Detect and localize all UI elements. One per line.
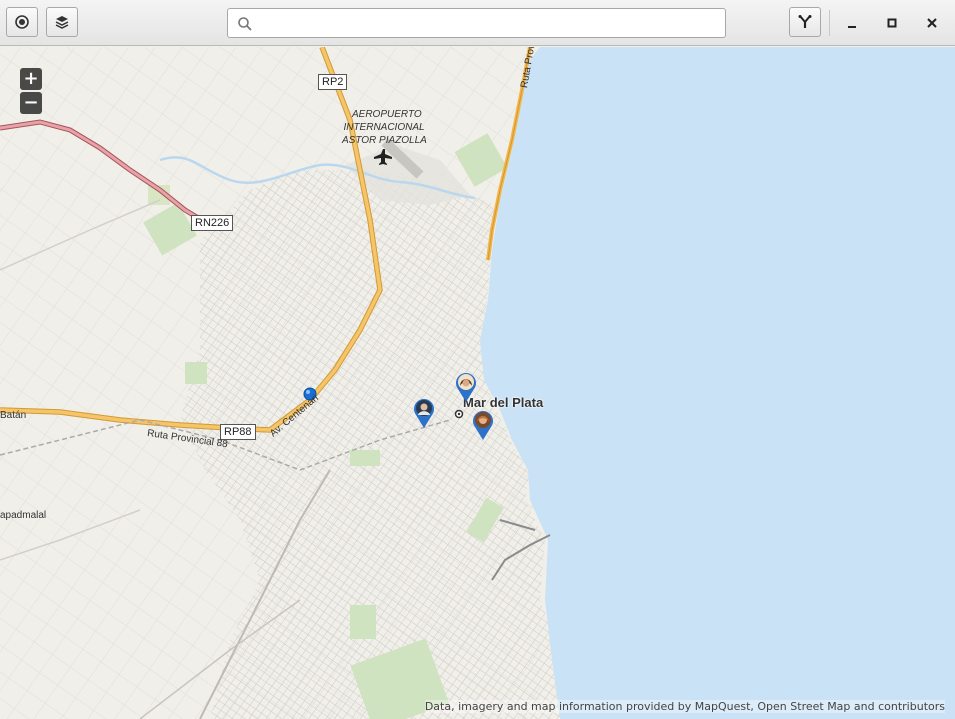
search-field[interactable]: [227, 8, 726, 38]
layers-icon: [55, 16, 69, 29]
close-icon: [927, 18, 937, 28]
share-icon: [798, 15, 812, 28]
close-button[interactable]: [919, 10, 945, 36]
airport-label-line3: ASTOR PIAZOLLA: [342, 135, 427, 146]
search-input[interactable]: [260, 13, 719, 35]
zoom-in-button[interactable]: +: [20, 68, 42, 90]
search-icon: [238, 17, 252, 31]
header-bar: [0, 0, 955, 46]
header-separator: [829, 10, 830, 36]
map-canvas: [0, 47, 955, 719]
minimize-button[interactable]: [839, 10, 865, 36]
map-attribution: Data, imagery and map information provid…: [424, 700, 945, 713]
road-shield-rn226: RN226: [191, 215, 234, 231]
ocean: [480, 47, 955, 719]
zoom-out-label: −: [23, 92, 39, 113]
minimize-icon: [848, 26, 856, 28]
zoom-out-button[interactable]: −: [20, 92, 42, 114]
contact-pin-1[interactable]: [455, 371, 477, 403]
place-label-batan: Batán: [0, 410, 27, 421]
road-shield-rp2: RP2: [318, 74, 348, 90]
zoom-in-label: +: [23, 68, 39, 89]
locate-button[interactable]: [6, 7, 38, 37]
crosshair-icon: [15, 15, 29, 29]
airport-label-line1: AEROPUERTO: [352, 109, 422, 120]
layers-button[interactable]: [46, 7, 78, 37]
share-button[interactable]: [789, 7, 821, 37]
airport-label-line2: INTERNACIONAL: [343, 122, 425, 133]
map-view[interactable]: + − RP2 RN226 RP88 AEROPUERTO INTERNACIO…: [0, 47, 955, 719]
contact-pin-3[interactable]: [472, 409, 494, 441]
avatar-icon: [420, 403, 428, 411]
contact-pin-2[interactable]: [413, 397, 435, 429]
maximize-icon: [887, 18, 897, 28]
place-label-chapadmalal: apadmalal: [0, 510, 47, 521]
road-shield-rp88: RP88: [220, 424, 256, 440]
maximize-button[interactable]: [879, 10, 905, 36]
